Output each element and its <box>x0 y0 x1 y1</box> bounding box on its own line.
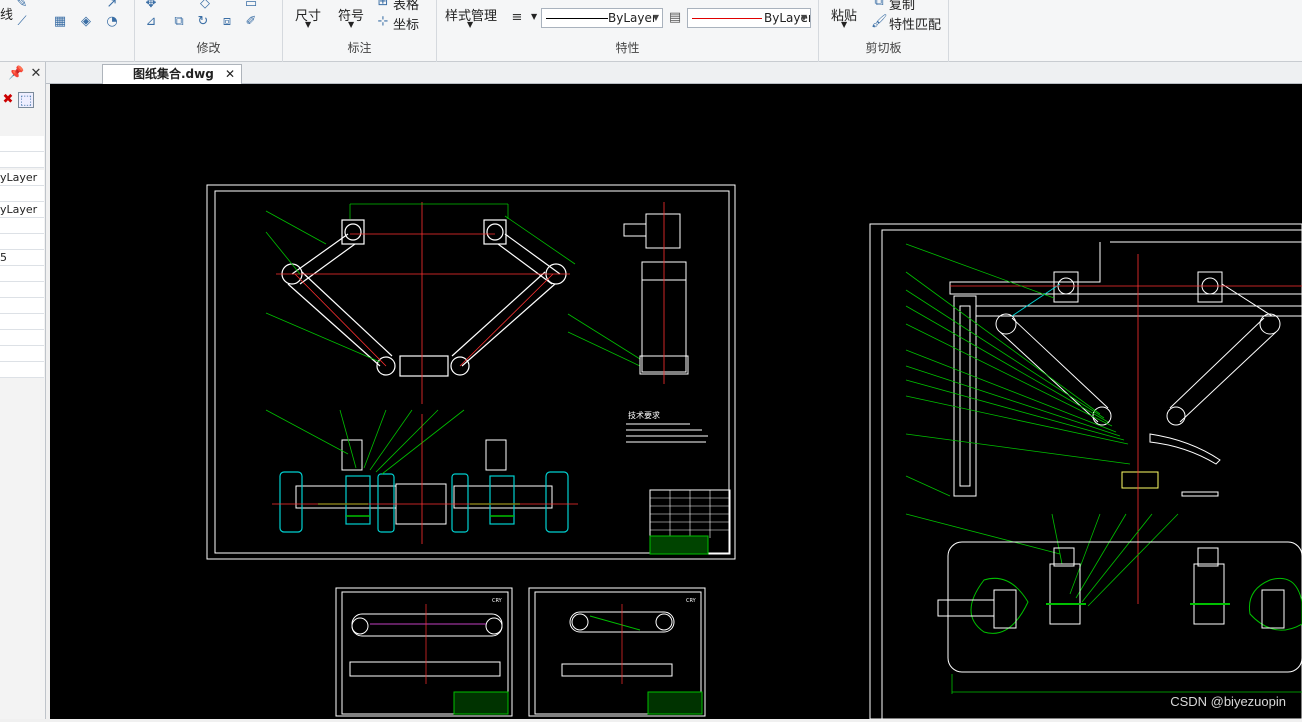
color-preview <box>692 18 762 19</box>
tech-requirements-label: 技术要求 <box>628 410 660 420</box>
annotate-group: 尺寸 ▼ 符号 ▼ ⊞ 表格 ⊹ 坐标 标注 <box>283 0 437 62</box>
sheet-part-1: CRY <box>335 587 513 717</box>
document-tab-bar: 图纸集合.dwg ✕ <box>46 62 1302 84</box>
line-label: 线 <box>0 8 14 23</box>
panel-row-linetype[interactable]: yLayer <box>0 170 44 186</box>
copy-objects-icon[interactable]: ⧈ <box>219 14 235 30</box>
tab-close-icon[interactable]: ✕ <box>225 65 235 83</box>
close-icon[interactable]: ✕ <box>28 66 44 82</box>
linetype-select[interactable]: ByLayer ▼ <box>541 8 663 28</box>
color-icon[interactable]: ▤ <box>667 10 683 26</box>
dimension-dropdown-icon[interactable]: ▼ <box>305 20 311 29</box>
watermark: CSDN @biyezuopin <box>1170 694 1286 709</box>
scale-icon[interactable]: ⊿ <box>143 14 159 30</box>
panel-row[interactable] <box>0 218 44 234</box>
properties-group-label: 特性 <box>615 41 640 55</box>
delete-selection-icon[interactable]: ✖ <box>0 92 16 108</box>
chevron-down-icon: ▼ <box>800 13 807 22</box>
paste-dropdown-icon[interactable]: ▼ <box>841 20 847 29</box>
rect-icon[interactable]: ▭ <box>243 0 259 12</box>
move-icon[interactable]: ✥ <box>143 0 159 12</box>
part1-label: CRY <box>492 598 503 604</box>
panel-row[interactable] <box>0 314 44 330</box>
panel-row-scale[interactable]: 5 <box>0 250 44 266</box>
lineweight-dropdown-icon[interactable]: ▼ <box>531 12 537 21</box>
panel-row[interactable] <box>0 362 44 378</box>
panel-row[interactable] <box>0 330 44 346</box>
linetype-value: ByLayer <box>608 11 657 25</box>
properties-group: 样式管理 ▼ ≡ ▼ ByLayer ▼ ▤ ByLayer ▼ 特性 <box>437 0 819 62</box>
document-tab[interactable]: 图纸集合.dwg ✕ <box>102 64 242 84</box>
modify-group: ✥ ⊿ ⧉ ↻ ⧈ ✐ ◇ ▭ 修改 <box>135 0 283 62</box>
sheet-right-assembly <box>869 223 1302 720</box>
cad-drawing: 技术要求 CRY CRY <box>206 184 1302 720</box>
array-icon[interactable]: ⧉ <box>171 14 187 30</box>
annotate-group-label: 标注 <box>347 41 372 55</box>
panel-row[interactable] <box>0 234 44 250</box>
panel-row-lineweight[interactable]: yLayer <box>0 202 44 218</box>
drawing-canvas[interactable]: 技术要求 CRY CRY CSDN @biyezuopin <box>50 84 1302 720</box>
match-properties-button[interactable]: 特性匹配 <box>889 14 941 33</box>
style-manager-dropdown-icon[interactable]: ▼ <box>467 20 473 29</box>
polyline-icon[interactable]: ⟋ <box>14 14 30 30</box>
quick-select-icon[interactable]: ⬚ <box>18 92 34 108</box>
lineweight-icon[interactable]: ≡ <box>509 10 525 26</box>
table-icon[interactable]: ⊞ <box>375 0 391 10</box>
panel-row[interactable] <box>0 346 44 362</box>
panel-row[interactable] <box>0 186 44 202</box>
pin-icon[interactable]: 📌 <box>8 66 24 82</box>
clipboard-group: 粘贴 ▼ ⧉ 复制 🖌 特性匹配 剪切板 <box>819 0 949 62</box>
symbol-dropdown-icon[interactable]: ▼ <box>348 20 354 29</box>
draw-group: 线 ✎ ⟋ ▦ ◈ ◔ ↗ <box>0 0 135 62</box>
document-tab-label: 图纸集合.dwg <box>133 67 214 81</box>
properties-panel: 📌 ✕ ✖ ⬚ yLayer yLayer 5 <box>0 62 46 719</box>
sheet-main-assembly: 技术要求 <box>206 184 736 560</box>
rotate-icon[interactable]: ↻ <box>195 14 211 30</box>
match-properties-icon[interactable]: 🖌 <box>871 14 888 30</box>
panel-row[interactable] <box>0 152 44 168</box>
panel-row[interactable] <box>0 298 44 314</box>
point-icon[interactable]: ↗ <box>104 0 120 12</box>
panel-row[interactable] <box>0 136 44 152</box>
coordinate-icon[interactable]: ⊹ <box>375 14 391 30</box>
linetype-preview <box>546 18 608 19</box>
pencil-icon[interactable]: ✎ <box>14 0 30 12</box>
chevron-down-icon: ▼ <box>652 13 659 22</box>
edit-icon[interactable]: ✐ <box>243 14 259 30</box>
region-icon[interactable]: ◈ <box>78 14 94 30</box>
ribbon: 线 ✎ ⟋ ▦ ◈ ◔ ↗ ✥ ⊿ ⧉ ↻ ⧈ ✐ ◇ ▭ 修改 尺寸 ▼ 符号… <box>0 0 1302 62</box>
part2-label: CRY <box>686 598 697 604</box>
table-button[interactable]: 表格 <box>393 0 419 13</box>
clipboard-group-label: 剪切板 <box>865 41 902 55</box>
panel-row[interactable] <box>0 282 44 298</box>
copy-icon[interactable]: ⧉ <box>871 0 887 10</box>
sheet-part-2: CRY <box>528 587 706 717</box>
boundary-icon[interactable]: ◔ <box>104 14 120 30</box>
modify-group-label: 修改 <box>196 41 221 55</box>
copy-button[interactable]: 复制 <box>889 0 915 13</box>
stretch-icon[interactable]: ◇ <box>197 0 213 12</box>
hatch-icon[interactable]: ▦ <box>52 14 68 30</box>
color-select[interactable]: ByLayer ▼ <box>687 8 811 28</box>
panel-row[interactable] <box>0 266 44 282</box>
coordinate-button[interactable]: 坐标 <box>393 14 419 33</box>
